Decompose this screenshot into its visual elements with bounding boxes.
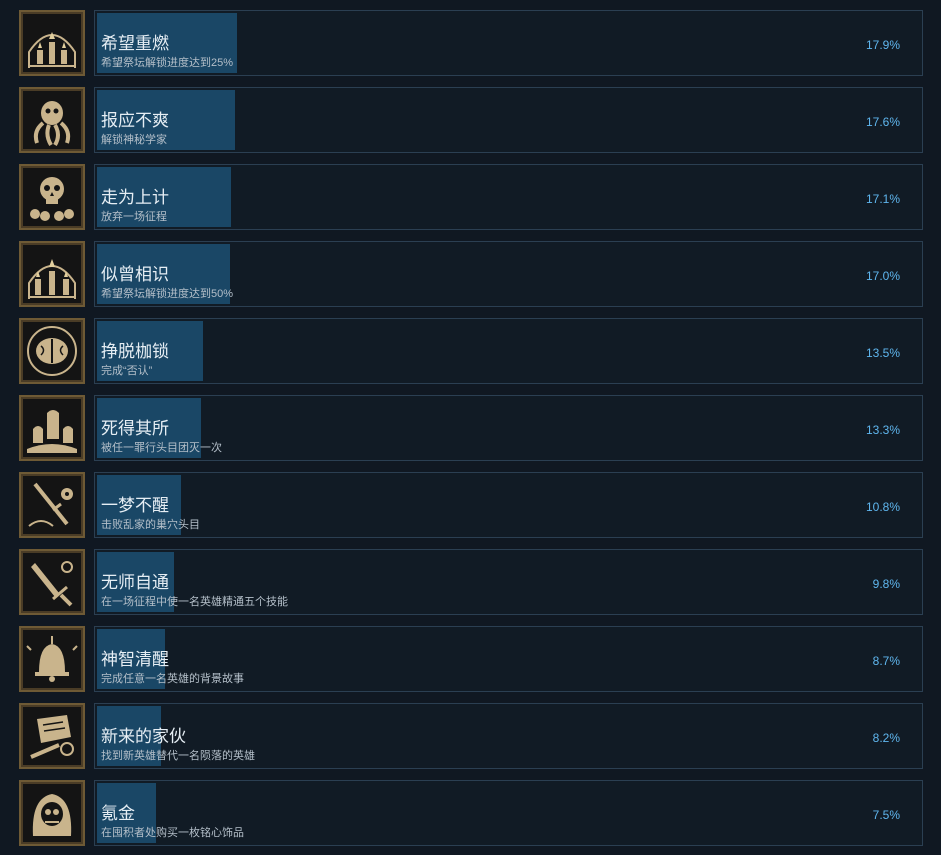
achievement-title: 神智清醒 [101,650,169,669]
achievement-progress-box: 氪金 在囤积者处购买一枚铭心饰品 7.5% [94,780,923,846]
candle-shrine-icon [23,245,81,303]
achievement-title: 挣脱枷锁 [101,342,169,361]
book-sword-icon [23,707,81,765]
achievement-list: 希望重燃 希望祭坛解锁进度达到25% 17.9% 报应不爽 解锁神秘学家 17.… [0,0,941,855]
achievement-progress-box: 无师自通 在一场征程中使一名英雄精通五个技能 9.8% [94,549,923,615]
achievement-percent: 13.5% [865,346,900,360]
achievement-progress-box: 新来的家伙 找到新英雄替代一名陨落的英雄 8.2% [94,703,923,769]
achievement-progress-box: 死得其所 被任一罪行头目团灭一次 13.3% [94,395,923,461]
achievement-progress-box: 希望重燃 希望祭坛解锁进度达到25% 17.9% [94,10,923,76]
graveyard-icon [23,399,81,457]
achievement-percent: 13.3% [865,423,900,437]
achievement-percent: 9.8% [872,577,900,591]
achievement-percent: 7.5% [872,808,900,822]
achievement-description: 击败乱家的巢穴头目 [101,519,200,531]
achievement-icon-frame [19,703,85,769]
achievement-title: 无师自通 [101,573,169,592]
achievement-percent: 17.1% [865,192,900,206]
dagger-icon [23,553,81,611]
achievement-title: 希望重燃 [101,34,169,53]
bell-icon [23,630,81,688]
achievement-percent: 10.8% [865,500,900,514]
achievement-row: 无师自通 在一场征程中使一名英雄精通五个技能 9.8% [0,549,941,615]
sword-flower-icon [23,476,81,534]
achievement-row: 氪金 在囤积者处购买一枚铭心饰品 7.5% [0,780,941,846]
achievement-description: 被任一罪行头目团灭一次 [101,442,222,454]
achievement-icon-frame [19,626,85,692]
achievement-row: 新来的家伙 找到新英雄替代一名陨落的英雄 8.2% [0,703,941,769]
hooded-skull-icon [23,784,81,842]
achievement-title: 一梦不醒 [101,496,169,515]
achievement-description: 希望祭坛解锁进度达到25% [101,57,234,69]
achievement-icon-frame [19,780,85,846]
achievement-description: 解锁神秘学家 [101,134,167,146]
achievement-title: 报应不爽 [101,111,169,130]
achievement-icon-frame [19,318,85,384]
achievement-progress-box: 报应不爽 解锁神秘学家 17.6% [94,87,923,153]
achievement-title: 似曾相识 [101,265,169,284]
candle-shrine-icon [23,14,81,72]
achievement-percent: 17.6% [865,115,900,129]
achievement-row: 一梦不醒 击败乱家的巢穴头目 10.8% [0,472,941,538]
achievement-row: 走为上计 放弃一场征程 17.1% [0,164,941,230]
achievement-icon-frame [19,164,85,230]
achievement-description: 完成“否认” [101,365,153,377]
achievement-icon-frame [19,10,85,76]
achievement-icon-frame [19,549,85,615]
achievement-row: 挣脱枷锁 完成“否认” 13.5% [0,318,941,384]
achievement-progress-box: 似曾相识 希望祭坛解锁进度达到50% 17.0% [94,241,923,307]
achievement-progress-box: 走为上计 放弃一场征程 17.1% [94,164,923,230]
brain-icon [23,322,81,380]
achievement-icon-frame [19,241,85,307]
achievement-icon-frame [19,87,85,153]
achievement-percent: 8.7% [872,654,900,668]
achievement-row: 报应不爽 解锁神秘学家 17.6% [0,87,941,153]
achievement-row: 神智清醒 完成任意一名英雄的背景故事 8.7% [0,626,941,692]
achievement-progress-box: 一梦不醒 击败乱家的巢穴头目 10.8% [94,472,923,538]
achievement-percent: 8.2% [872,731,900,745]
achievement-description: 希望祭坛解锁进度达到50% [101,288,234,300]
achievement-title: 新来的家伙 [101,727,186,746]
achievement-row: 希望重燃 希望祭坛解锁进度达到25% 17.9% [0,10,941,76]
achievement-title: 氪金 [101,804,135,823]
achievement-progress-box: 神智清醒 完成任意一名英雄的背景故事 8.7% [94,626,923,692]
skull-pile-icon [23,168,81,226]
achievement-description: 完成任意一名英雄的背景故事 [101,673,244,685]
achievement-description: 在一场征程中使一名英雄精通五个技能 [101,596,288,608]
achievement-row: 似曾相识 希望祭坛解锁进度达到50% 17.0% [0,241,941,307]
achievement-icon-frame [19,472,85,538]
achievement-title: 走为上计 [101,188,169,207]
tentacle-horror-icon [23,91,81,149]
achievement-description: 放弃一场征程 [101,211,167,223]
achievement-percent: 17.9% [865,38,900,52]
achievement-title: 死得其所 [101,419,169,438]
achievement-description: 在囤积者处购买一枚铭心饰品 [101,827,244,839]
achievement-description: 找到新英雄替代一名陨落的英雄 [101,750,255,762]
achievement-row: 死得其所 被任一罪行头目团灭一次 13.3% [0,395,941,461]
achievement-icon-frame [19,395,85,461]
achievement-progress-box: 挣脱枷锁 完成“否认” 13.5% [94,318,923,384]
achievement-percent: 17.0% [865,269,900,283]
